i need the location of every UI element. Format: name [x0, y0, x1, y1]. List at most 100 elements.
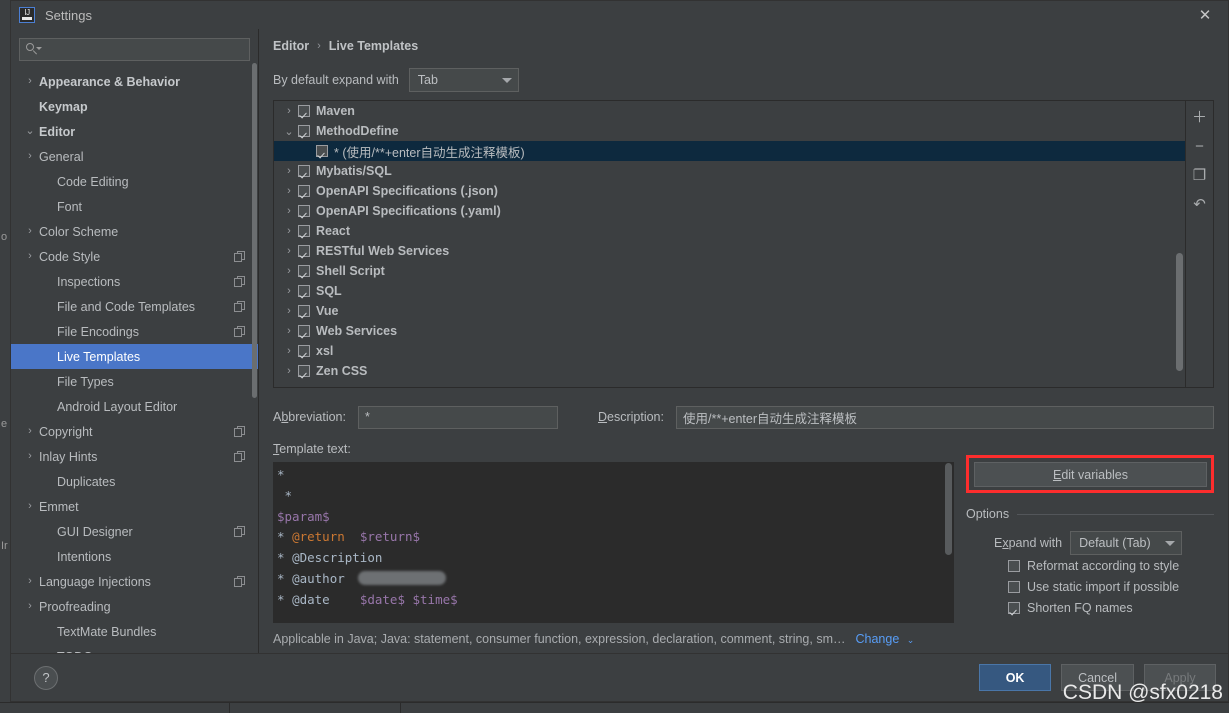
sidebar-item-general[interactable]: › General: [11, 144, 258, 169]
chevron-icon[interactable]: ›: [21, 601, 39, 612]
option-checkbox[interactable]: [1008, 559, 1020, 572]
template-enabled-checkbox[interactable]: [298, 205, 310, 217]
restore-defaults-button[interactable]: ↶: [1190, 194, 1210, 214]
template-group-row[interactable]: › xsl: [274, 341, 1185, 361]
sidebar-item-emmet[interactable]: › Emmet: [11, 494, 258, 519]
chevron-icon[interactable]: ›: [280, 185, 298, 197]
sidebar-scrollbar[interactable]: [252, 63, 257, 683]
template-group-row[interactable]: › Mybatis/SQL: [274, 161, 1185, 181]
chevron-icon[interactable]: ⌄: [280, 125, 298, 138]
template-group-row[interactable]: › React: [274, 221, 1185, 241]
chevron-icon[interactable]: ›: [280, 105, 298, 117]
template-enabled-checkbox[interactable]: [298, 365, 310, 377]
chevron-icon[interactable]: ›: [21, 501, 39, 512]
sidebar-item-live-templates[interactable]: Live Templates: [11, 344, 258, 369]
chevron-icon[interactable]: ›: [280, 285, 298, 297]
templates-scrollbar-thumb[interactable]: [1176, 253, 1183, 371]
template-enabled-checkbox[interactable]: [298, 105, 310, 117]
template-group-row[interactable]: › Maven: [274, 101, 1185, 121]
chevron-icon[interactable]: ›: [21, 76, 39, 87]
settings-category-tree[interactable]: › Appearance & Behavior Keymap ⌄ Editor › Gene…: [11, 67, 258, 653]
live-templates-tree[interactable]: › Maven ⌄ MethodDefine * (使用/**+enter自动生成注释模…: [274, 101, 1185, 387]
template-group-row[interactable]: › OpenAPI Specifications (.yaml): [274, 201, 1185, 221]
sidebar-item-font[interactable]: Font: [11, 194, 258, 219]
sidebar-item-file-types[interactable]: File Types: [11, 369, 258, 394]
chevron-icon[interactable]: ⌄: [21, 126, 39, 137]
ok-button[interactable]: OK: [979, 664, 1052, 691]
chevron-icon[interactable]: ›: [21, 151, 39, 162]
chevron-icon[interactable]: ›: [280, 305, 298, 317]
template-enabled-checkbox[interactable]: [298, 265, 310, 277]
chevron-icon[interactable]: ›: [280, 165, 298, 177]
sidebar-item-copyright[interactable]: › Copyright: [11, 419, 258, 444]
edit-variables-button[interactable]: Edit variables: [974, 462, 1207, 487]
template-enabled-checkbox[interactable]: [298, 345, 310, 357]
add-template-button[interactable]: ＋: [1190, 107, 1210, 127]
sidebar-item-proofreading[interactable]: › Proofreading: [11, 594, 258, 619]
breadcrumb-parent[interactable]: Editor: [273, 39, 309, 53]
sidebar-item-keymap[interactable]: Keymap: [11, 94, 258, 119]
sidebar-item-code-editing[interactable]: Code Editing: [11, 169, 258, 194]
sidebar-item-file-encodings[interactable]: File Encodings: [11, 319, 258, 344]
sidebar-item-file-and-code-templates[interactable]: File and Code Templates: [11, 294, 258, 319]
chevron-icon[interactable]: ›: [280, 245, 298, 257]
template-enabled-checkbox[interactable]: [298, 245, 310, 257]
template-enabled-checkbox[interactable]: [298, 165, 310, 177]
template-enabled-checkbox[interactable]: [298, 185, 310, 197]
sidebar-item-appearance-behavior[interactable]: › Appearance & Behavior: [11, 69, 258, 94]
template-enabled-checkbox[interactable]: [298, 325, 310, 337]
option-checkbox-row[interactable]: Reformat according to style: [1008, 555, 1214, 576]
template-enabled-checkbox[interactable]: [298, 125, 310, 137]
template-group-row[interactable]: ⌄ MethodDefine: [274, 121, 1185, 141]
chevron-icon[interactable]: ›: [280, 225, 298, 237]
template-group-row[interactable]: › OpenAPI Specifications (.json): [274, 181, 1185, 201]
template-enabled-checkbox[interactable]: [298, 305, 310, 317]
sidebar-item-android-layout-editor[interactable]: Android Layout Editor: [11, 394, 258, 419]
sidebar-item-inlay-hints[interactable]: › Inlay Hints: [11, 444, 258, 469]
remove-template-button[interactable]: −: [1190, 136, 1210, 156]
template-enabled-checkbox[interactable]: [316, 145, 328, 157]
sidebar-scrollbar-thumb[interactable]: [252, 63, 257, 398]
sidebar-item-code-style[interactable]: › Code Style: [11, 244, 258, 269]
chevron-icon[interactable]: ›: [21, 426, 39, 437]
option-checkbox[interactable]: [1008, 580, 1020, 593]
template-group-row[interactable]: * (使用/**+enter自动生成注释模板): [274, 141, 1185, 161]
template-enabled-checkbox[interactable]: [298, 225, 310, 237]
option-checkbox-row[interactable]: Shorten FQ names: [1008, 597, 1214, 618]
sidebar-item-intentions[interactable]: Intentions: [11, 544, 258, 569]
sidebar-item-gui-designer[interactable]: GUI Designer: [11, 519, 258, 544]
option-checkbox[interactable]: [1008, 601, 1020, 614]
chevron-icon[interactable]: ›: [21, 226, 39, 237]
expand-with-select[interactable]: Default (Tab): [1070, 531, 1183, 555]
sidebar-item-color-scheme[interactable]: › Color Scheme: [11, 219, 258, 244]
chevron-icon[interactable]: ›: [280, 265, 298, 277]
chevron-icon[interactable]: ›: [280, 205, 298, 217]
change-context-link[interactable]: Change ⌄: [856, 630, 915, 648]
editor-scrollbar-thumb[interactable]: [945, 463, 952, 555]
search-input[interactable]: [19, 38, 250, 61]
help-button[interactable]: ?: [34, 665, 58, 690]
chevron-icon[interactable]: ›: [280, 365, 298, 377]
cancel-button[interactable]: Cancel: [1061, 664, 1134, 691]
chevron-icon[interactable]: ›: [280, 345, 298, 357]
chevron-icon[interactable]: ›: [21, 251, 39, 262]
sidebar-item-duplicates[interactable]: Duplicates: [11, 469, 258, 494]
chevron-icon[interactable]: ›: [21, 576, 39, 587]
template-group-row[interactable]: › SQL: [274, 281, 1185, 301]
duplicate-template-button[interactable]: ❐: [1190, 165, 1210, 185]
sidebar-item-inspections[interactable]: Inspections: [11, 269, 258, 294]
option-checkbox-row[interactable]: Use static import if possible: [1008, 576, 1214, 597]
template-enabled-checkbox[interactable]: [298, 285, 310, 297]
close-icon[interactable]: ✕: [1182, 1, 1228, 29]
template-group-row[interactable]: › Zen CSS: [274, 361, 1185, 381]
abbreviation-input[interactable]: *: [357, 405, 558, 429]
chevron-icon[interactable]: ›: [21, 451, 39, 462]
sidebar-item-todo[interactable]: TODO: [11, 644, 258, 654]
template-text-editor[interactable]: * * $param$ * @return $return$ * @Descripti…: [273, 462, 954, 623]
sidebar-item-language-injections[interactable]: › Language Injections: [11, 569, 258, 594]
templates-scrollbar[interactable]: [1176, 101, 1183, 387]
template-group-row[interactable]: › Shell Script: [274, 261, 1185, 281]
template-group-row[interactable]: › Web Services: [274, 321, 1185, 341]
template-group-row[interactable]: › Vue: [274, 301, 1185, 321]
sidebar-item-editor[interactable]: ⌄ Editor: [11, 119, 258, 144]
